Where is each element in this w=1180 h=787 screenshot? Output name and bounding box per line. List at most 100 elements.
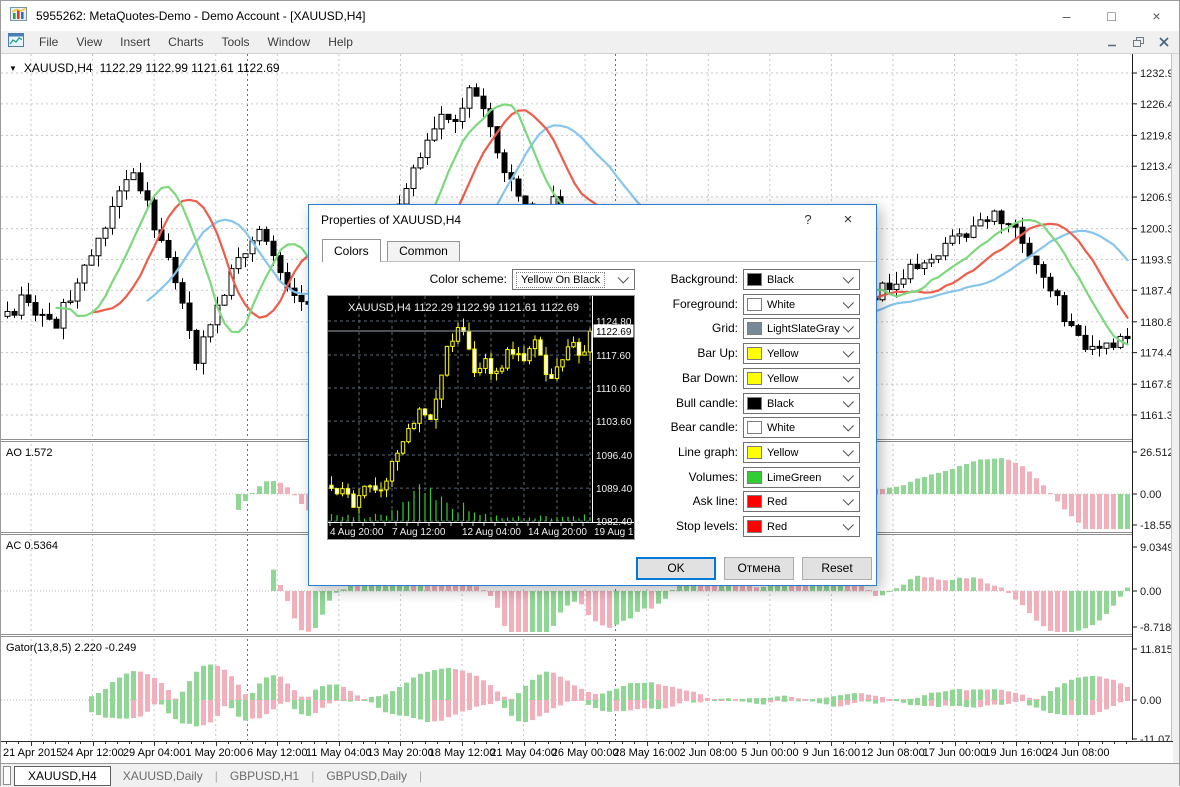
time-major-tick bbox=[215, 742, 217, 746]
svg-text:11.815: 11.815 bbox=[1140, 644, 1173, 656]
background-value: Black bbox=[767, 273, 794, 286]
time-minor-tick bbox=[941, 742, 943, 744]
time-minor-tick bbox=[1113, 742, 1115, 744]
chart-ohlc-values: 1122.29 1122.99 1121.61 1122.69 bbox=[99, 61, 280, 75]
volumes-select[interactable]: LimeGreen bbox=[743, 467, 860, 488]
mdi-controls bbox=[1105, 31, 1171, 53]
time-minor-tick bbox=[621, 742, 623, 744]
time-minor-tick bbox=[756, 742, 758, 744]
svg-text:12 Aug 04:00: 12 Aug 04:00 bbox=[462, 527, 521, 538]
time-tick-label: 24 Apr 12:00 bbox=[61, 747, 124, 759]
dialog-tab-common[interactable]: Common bbox=[387, 241, 460, 261]
time-major-tick bbox=[892, 742, 894, 746]
ask-line-value: Red bbox=[767, 495, 788, 508]
menu-help[interactable]: Help bbox=[319, 31, 362, 53]
titlebar: 5955262: MetaQuotes-Demo - Demo Account … bbox=[1, 1, 1179, 31]
tab-xauusd-daily[interactable]: XAUUSD,Daily bbox=[111, 769, 215, 783]
menu-insert[interactable]: Insert bbox=[111, 31, 159, 53]
svg-text:1187.45: 1187.45 bbox=[1140, 285, 1173, 297]
dialog-help-button[interactable]: ? bbox=[792, 207, 824, 233]
time-major-tick bbox=[708, 742, 710, 746]
ask-line-select[interactable]: Red bbox=[743, 491, 860, 512]
time-minor-tick bbox=[190, 742, 192, 744]
time-minor-tick bbox=[806, 742, 808, 744]
grid-value: LightSlateGray bbox=[767, 322, 840, 335]
menu-view[interactable]: View bbox=[67, 31, 111, 53]
window-close-button[interactable]: × bbox=[1134, 1, 1179, 31]
bull-candle-select[interactable]: Black bbox=[743, 393, 860, 414]
bull-candle-value: Black bbox=[767, 397, 794, 410]
color-swatch bbox=[747, 273, 762, 286]
dialog-tab-colors[interactable]: Colors bbox=[322, 239, 381, 262]
time-tick-label: 17 Jun 00:00 bbox=[922, 747, 987, 759]
chart-window-icon[interactable] bbox=[8, 32, 24, 52]
time-minor-tick bbox=[42, 742, 44, 744]
ask-line-label: Ask line: bbox=[692, 494, 738, 508]
time-minor-tick bbox=[1052, 742, 1054, 744]
menu-charts[interactable]: Charts bbox=[159, 31, 212, 53]
background-select[interactable]: Black bbox=[743, 269, 860, 290]
dialog-close-icon[interactable]: × bbox=[830, 207, 866, 233]
chevron-down-icon bbox=[841, 270, 857, 289]
stop-levels-select[interactable]: Red bbox=[743, 516, 860, 537]
ok-button[interactable]: OK bbox=[636, 557, 716, 580]
time-minor-tick bbox=[781, 742, 783, 744]
chevron-down-icon bbox=[841, 418, 857, 437]
svg-text:1206.95: 1206.95 bbox=[1140, 192, 1173, 204]
window-minimize-button[interactable]: – bbox=[1044, 1, 1089, 31]
time-minor-tick bbox=[301, 742, 303, 744]
volumes-label: Volumes: bbox=[688, 470, 738, 484]
time-minor-tick bbox=[116, 742, 118, 744]
time-tick-label: 19 Jun 16:00 bbox=[984, 747, 1048, 759]
time-minor-tick bbox=[990, 742, 992, 744]
time-minor-tick bbox=[375, 742, 377, 744]
bear-candle-select[interactable]: White bbox=[743, 417, 860, 438]
time-minor-tick bbox=[572, 742, 574, 744]
bar-down-select[interactable]: Yellow bbox=[743, 368, 860, 389]
chart-symbol-dropdown-icon[interactable]: ▼ bbox=[9, 64, 17, 73]
tab-gbpusd-daily[interactable]: GBPUSD,Daily bbox=[314, 769, 419, 783]
time-minor-tick bbox=[473, 742, 475, 744]
time-major-tick bbox=[646, 742, 648, 746]
background-label: Background: bbox=[670, 272, 738, 286]
time-minor-tick bbox=[1027, 742, 1029, 744]
chevron-down-icon bbox=[841, 394, 857, 413]
tab-strip-notch bbox=[3, 766, 11, 785]
price-axis[interactable]: 1232.90 1226.45 1219.85 1213.40 1206.95 1200.… bbox=[1132, 54, 1180, 746]
chevron-down-icon bbox=[841, 443, 857, 462]
grid-select[interactable]: LightSlateGray bbox=[743, 318, 860, 339]
color-swatch bbox=[747, 446, 762, 459]
window-maximize-button[interactable]: □ bbox=[1089, 1, 1134, 31]
cancel-button[interactable]: Отмена bbox=[724, 557, 794, 580]
time-minor-tick bbox=[843, 742, 845, 744]
chevron-down-icon bbox=[841, 344, 857, 363]
time-axis[interactable]: 21 Apr 2015 24 Apr 12:00 29 Apr 04:00 1 May… bbox=[1, 741, 1173, 763]
mdi-restore-button[interactable] bbox=[1131, 35, 1145, 49]
foreground-select[interactable]: White bbox=[743, 294, 860, 315]
mdi-minimize-button[interactable] bbox=[1105, 35, 1119, 49]
time-tick-label: 21 Apr 2015 bbox=[3, 747, 63, 759]
tab-gbpusd-h1[interactable]: GBPUSD,H1 bbox=[218, 769, 311, 783]
time-minor-tick bbox=[880, 742, 881, 744]
time-minor-tick bbox=[1064, 742, 1066, 744]
time-minor-tick bbox=[793, 742, 795, 744]
tab-xauusd-h4[interactable]: XAUUSD,H4 bbox=[14, 765, 111, 786]
time-tick-label: 1 May 20:00 bbox=[185, 747, 246, 759]
menu-window[interactable]: Window bbox=[259, 31, 320, 53]
time-minor-tick bbox=[1003, 742, 1005, 744]
menu-file[interactable]: File bbox=[30, 31, 67, 53]
time-minor-tick bbox=[867, 742, 869, 744]
time-minor-tick bbox=[350, 742, 352, 744]
stop-levels-label: Stop levels: bbox=[675, 519, 738, 533]
color-swatch bbox=[747, 298, 762, 311]
time-major-tick bbox=[461, 742, 463, 746]
menu-tools[interactable]: Tools bbox=[213, 31, 259, 53]
mdi-close-button[interactable] bbox=[1157, 35, 1171, 49]
color-swatch bbox=[747, 421, 762, 434]
line-graph-select[interactable]: Yellow bbox=[743, 442, 860, 463]
bar-up-select[interactable]: Yellow bbox=[743, 343, 860, 364]
reset-button[interactable]: Reset bbox=[802, 557, 872, 580]
time-minor-tick bbox=[732, 742, 734, 744]
time-minor-tick bbox=[141, 742, 143, 744]
foreground-label: Foreground: bbox=[672, 297, 738, 311]
